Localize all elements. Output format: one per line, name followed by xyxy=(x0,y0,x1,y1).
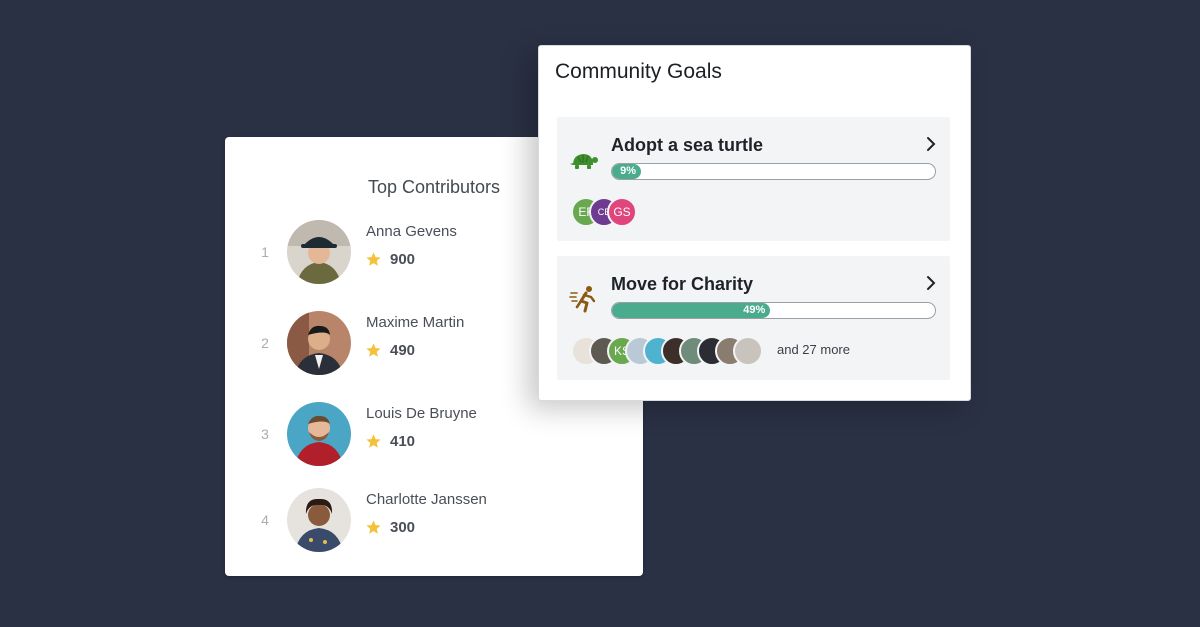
goal-card-adopt-sea-turtle[interactable]: Adopt a sea turtle 9% EF CB GS xyxy=(557,117,950,241)
contributor-score: 300 xyxy=(365,518,415,536)
contributor-score: 900 xyxy=(365,250,415,268)
contributor-name[interactable]: Maxime Martin xyxy=(366,314,464,331)
goal-progress-fill: 9% xyxy=(612,164,642,179)
contributor-name[interactable]: Anna Gevens xyxy=(366,223,457,240)
goal-progress-label: 49% xyxy=(743,304,766,316)
turtle-icon xyxy=(570,154,598,169)
contributor-row[interactable]: 4 Charlotte Janssen 300 xyxy=(225,488,643,552)
contributor-name[interactable]: Louis De Bruyne xyxy=(366,405,477,422)
running-person-icon xyxy=(569,286,596,313)
participant-avatar[interactable]: GS xyxy=(607,197,637,227)
goal-name[interactable]: Move for Charity xyxy=(611,274,753,295)
avatar[interactable] xyxy=(287,402,351,466)
community-goals-title: Community Goals xyxy=(555,60,722,83)
goal-progress-fill: 49% xyxy=(612,303,771,318)
contributor-score: 410 xyxy=(365,432,415,450)
community-goals-card: Community Goals Adopt a sea turtle 9% EF… xyxy=(538,45,971,401)
goal-card-move-for-charity[interactable]: Move for Charity 49% KS and 27 more xyxy=(557,256,950,380)
contributor-rank: 1 xyxy=(261,244,269,260)
contributor-rank: 3 xyxy=(261,426,269,442)
contributor-row[interactable]: 3 Louis De Bruyne 410 xyxy=(225,402,643,466)
avatar[interactable] xyxy=(287,488,351,552)
avatar[interactable] xyxy=(287,311,351,375)
star-icon xyxy=(366,519,381,534)
participant-avatar[interactable] xyxy=(733,336,763,366)
goal-progress-bar: 49% xyxy=(611,302,936,319)
star-icon xyxy=(366,251,381,266)
contributor-points: 490 xyxy=(390,341,416,359)
contributor-name[interactable]: Charlotte Janssen xyxy=(366,491,487,508)
contributor-rank: 2 xyxy=(261,335,269,351)
contributor-points: 300 xyxy=(390,518,416,536)
contributor-points: 900 xyxy=(390,250,416,268)
more-participants-link[interactable]: and 27 more xyxy=(777,342,850,357)
chevron-right-icon[interactable] xyxy=(924,274,938,292)
chevron-right-icon[interactable] xyxy=(924,135,938,153)
goal-progress-bar: 9% xyxy=(611,163,936,180)
contributor-rank: 4 xyxy=(261,512,269,528)
contributor-points: 410 xyxy=(390,432,416,450)
star-icon xyxy=(366,342,381,357)
goal-participants[interactable]: EF CB GS xyxy=(571,197,691,227)
goal-progress-label: 9% xyxy=(620,165,637,177)
goal-participants[interactable]: KS and 27 more xyxy=(571,336,941,366)
contributor-score: 490 xyxy=(365,341,415,359)
avatar[interactable] xyxy=(287,220,351,284)
star-icon xyxy=(366,433,381,448)
goal-name[interactable]: Adopt a sea turtle xyxy=(611,135,763,156)
